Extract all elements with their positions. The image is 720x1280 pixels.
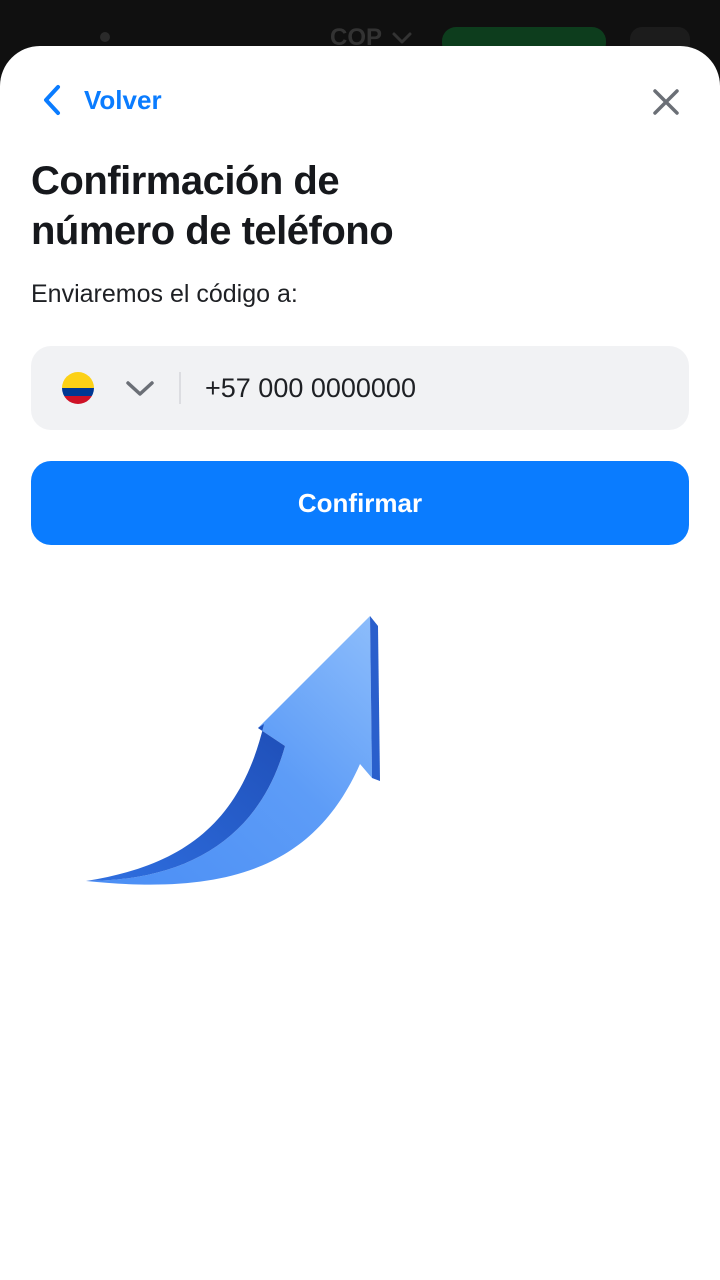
subtitle: Enviaremos el código a: — [31, 280, 298, 308]
country-dropdown-chevron-icon[interactable] — [124, 372, 156, 404]
field-divider — [179, 372, 181, 404]
colombia-flag-icon — [62, 372, 94, 404]
page-title: Confirmación de número de teléfono — [31, 156, 671, 256]
phone-input[interactable] — [205, 372, 625, 404]
close-icon — [653, 89, 679, 115]
chevron-left-icon — [44, 85, 60, 115]
phone-field — [31, 346, 689, 430]
page-title-line1: Confirmación de — [31, 159, 340, 203]
confirm-button[interactable]: Confirmar — [31, 461, 689, 545]
back-label: Volver — [84, 84, 162, 115]
back-button[interactable]: Volver — [38, 82, 162, 118]
page-title-line2: número de teléfono — [31, 209, 394, 253]
curved-arrow-icon — [86, 616, 380, 885]
close-button[interactable] — [648, 84, 684, 120]
phone-confirmation-sheet: Volver Confirmación de número de teléfon… — [0, 46, 720, 1280]
status-dot — [100, 32, 110, 42]
